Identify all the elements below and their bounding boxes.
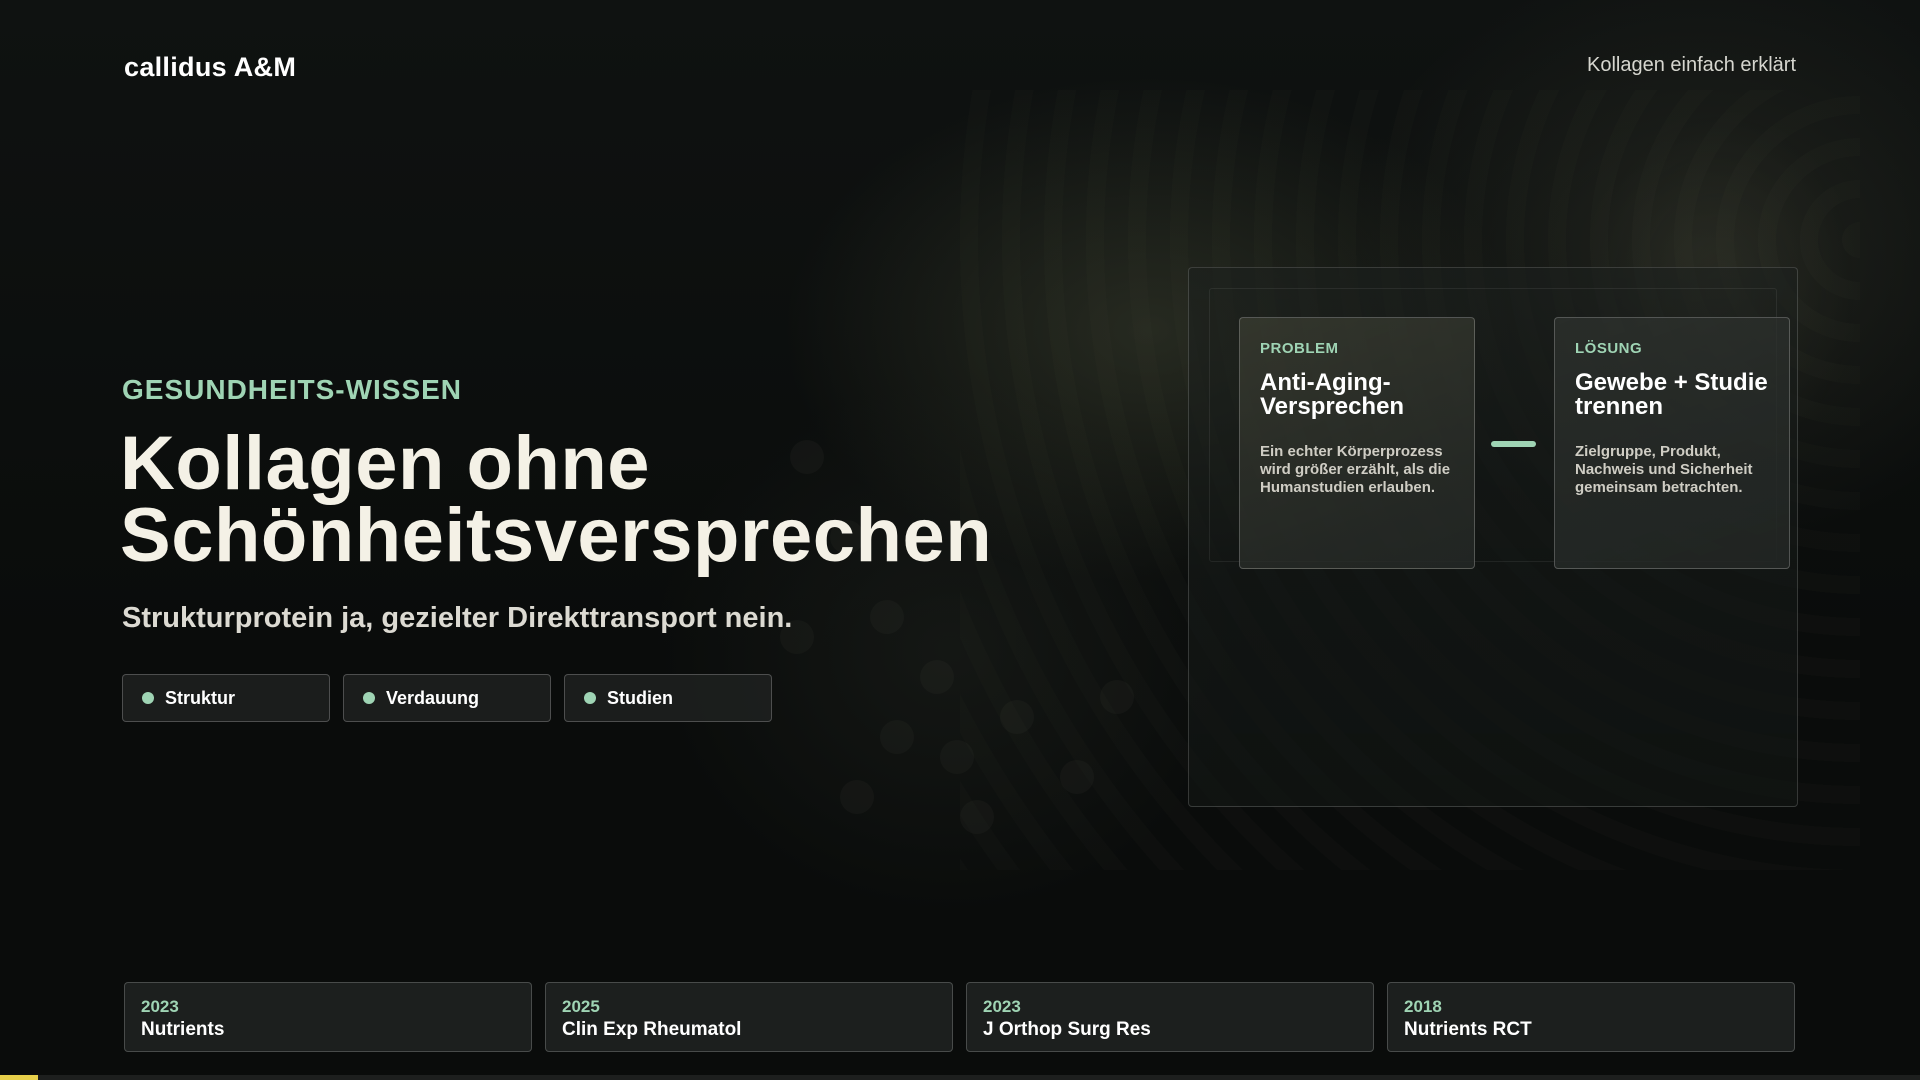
- scroll-progress-fill: [0, 1075, 39, 1080]
- eyebrow-label: GESUNDHEITS-WISSEN: [122, 374, 463, 405]
- scroll-progress-bar: [0, 1075, 1920, 1080]
- reference-journal: Nutrients RCT: [1404, 1019, 1532, 1040]
- nav-link-collagen-explained[interactable]: Kollagen einfach erklärt: [1587, 54, 1796, 77]
- reference-journal: Clin Exp Rheumatol: [562, 1019, 742, 1040]
- reference-list: 2023 Nutrients 2025 Clin Exp Rheumatol 2…: [124, 982, 1795, 1052]
- topic-chips: Struktur Verdauung Studien: [122, 674, 772, 722]
- chip-label: Studien: [607, 687, 673, 708]
- dot-icon: [584, 692, 596, 704]
- reference-year: 2025: [562, 997, 600, 1016]
- problem-card: PROBLEM Anti-Aging-Versprechen Ein echte…: [1239, 317, 1475, 569]
- solution-card-text: Zielgruppe, Produkt, Nachweis und Sicher…: [1575, 443, 1753, 496]
- dot-icon: [142, 692, 154, 704]
- reference-year: 2023: [983, 997, 1021, 1016]
- brand-logo[interactable]: callidus A&M: [124, 52, 296, 83]
- chip-studien[interactable]: Studien: [564, 674, 772, 722]
- solution-card-label: LÖSUNG: [1575, 340, 1643, 357]
- page-subtitle: Strukturprotein ja, gezielter Direkttran…: [122, 602, 793, 634]
- reference-card[interactable]: 2025 Clin Exp Rheumatol: [545, 982, 953, 1052]
- panel-inner-frame: PROBLEM Anti-Aging-Versprechen Ein echte…: [1209, 288, 1790, 569]
- reference-journal: J Orthop Surg Res: [983, 1019, 1151, 1040]
- chip-verdauung[interactable]: Verdauung: [343, 674, 551, 722]
- problem-card-title: Anti-Aging-Versprechen: [1260, 369, 1405, 420]
- reference-card[interactable]: 2023 Nutrients: [124, 982, 532, 1052]
- connector-line: [1491, 441, 1536, 447]
- reference-journal: Nutrients: [141, 1019, 225, 1040]
- page-title: Kollagen ohne Schönheitsversprechen: [120, 426, 1080, 574]
- solution-card-title: Gewebe + Studie trennen: [1575, 369, 1768, 420]
- chip-struktur[interactable]: Struktur: [122, 674, 330, 722]
- chip-label: Verdauung: [386, 687, 480, 708]
- reference-card[interactable]: 2018 Nutrients RCT: [1387, 982, 1795, 1052]
- problem-solution-panel: PROBLEM Anti-Aging-Versprechen Ein echte…: [1188, 267, 1798, 807]
- solution-card: LÖSUNG Gewebe + Studie trennen Zielgrupp…: [1554, 317, 1790, 569]
- reference-year: 2018: [1404, 997, 1442, 1016]
- dot-icon: [363, 692, 375, 704]
- problem-card-text: Ein echter Körperprozess wird größer erz…: [1260, 443, 1451, 496]
- chip-label: Struktur: [165, 687, 236, 708]
- problem-card-label: PROBLEM: [1260, 340, 1339, 357]
- page-title-line-2: Schönheitsversprechen: [120, 493, 993, 578]
- reference-card[interactable]: 2023 J Orthop Surg Res: [966, 982, 1374, 1052]
- reference-year: 2023: [141, 997, 179, 1016]
